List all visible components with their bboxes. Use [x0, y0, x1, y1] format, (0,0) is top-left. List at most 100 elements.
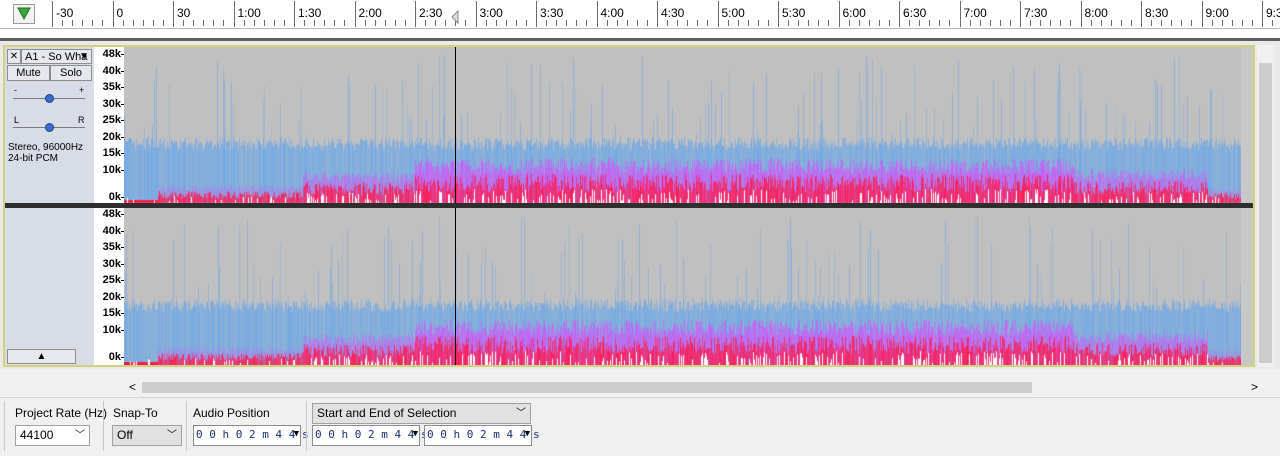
- close-icon: ✕: [9, 51, 19, 62]
- ruler-minor-tick: [425, 20, 427, 26]
- ruler-minor-tick: [1181, 20, 1183, 26]
- audio-position-value: 0 0 h 0 2 m 4 4 s: [196, 428, 309, 441]
- ruler-minor-tick: [1251, 20, 1253, 26]
- track-area: ✕ A1 - So Wha ▼ Mute Solo - + L R Stereo…: [0, 41, 1280, 369]
- ruler-major-tick: [112, 1, 114, 27]
- play-marker-button[interactable]: [13, 4, 35, 24]
- ruler-label: 3:00: [479, 6, 503, 20]
- selection-end-field[interactable]: 0 0 h 0 2 m 4 4 s ▼: [424, 425, 540, 446]
- ruler-label: 6:30: [903, 6, 927, 20]
- ruler-minor-tick: [72, 20, 74, 26]
- chevron-down-icon: ﹀: [75, 430, 85, 441]
- project-rate-select[interactable]: 44100 ﹀: [15, 425, 90, 446]
- frequency-label: 40k: [102, 225, 121, 237]
- pan-slider-thumb[interactable]: [45, 123, 54, 132]
- ruler-major-tick: [52, 1, 53, 27]
- ruler-minor-tick: [203, 20, 205, 26]
- scroll-right-arrow[interactable]: >: [1251, 379, 1258, 396]
- close-track-button[interactable]: ✕: [7, 49, 21, 64]
- ruler-minor-tick: [1060, 20, 1062, 26]
- frequency-label: 25k: [102, 114, 121, 126]
- ruler-minor-tick: [606, 20, 608, 26]
- ruler-minor-tick: [788, 20, 790, 26]
- ruler-minor-tick: [253, 20, 255, 26]
- timeline-ruler[interactable]: -30 0 30 1:00 1:30 2:00 2:30 3:00 3:30 4:00 4:30 5:…: [0, 0, 1280, 29]
- ruler-minor-tick: [929, 20, 931, 26]
- vertical-scrollbar[interactable]: [1257, 45, 1274, 367]
- ruler-minor-tick: [324, 20, 326, 26]
- ruler-minor-tick: [636, 20, 638, 26]
- ruler-minor-tick: [122, 20, 124, 26]
- selection-mode-value: Start and End of Selection: [317, 406, 457, 420]
- horizontal-scroll-thumb[interactable]: [142, 382, 1032, 393]
- ruler-minor-tick: [82, 20, 84, 26]
- ruler-minor-tick: [546, 20, 548, 26]
- ruler-minor-tick: [1211, 20, 1213, 26]
- ruler-minor-tick: [576, 20, 578, 26]
- ruler-minor-tick: [909, 20, 911, 26]
- ruler-label: 6:00: [842, 6, 866, 20]
- ruler-major-tick: [959, 1, 961, 27]
- ruler-minor-tick: [848, 20, 850, 26]
- audio-track[interactable]: ✕ A1 - So Wha ▼ Mute Solo - + L R Stereo…: [3, 45, 1255, 367]
- ruler-label: 0: [116, 6, 124, 20]
- ruler-minor-tick: [737, 20, 739, 26]
- play-triangle-icon: [17, 7, 31, 21]
- audio-position-field[interactable]: 0 0 h 0 2 m 4 4 s ▼: [193, 425, 309, 446]
- ruler-minor-tick: [132, 20, 134, 26]
- ruler-label: 4:00: [600, 6, 624, 20]
- ruler-minor-tick: [344, 20, 346, 26]
- ruler-minor-tick: [1221, 20, 1223, 26]
- ruler-minor-tick: [818, 20, 820, 26]
- gain-minus-label: -: [14, 85, 17, 95]
- ruler-minor-tick: [525, 20, 527, 26]
- frequency-label: 40k: [102, 65, 121, 77]
- scroll-left-arrow[interactable]: <: [129, 379, 136, 396]
- ruler-minor-tick: [1090, 20, 1092, 26]
- ruler-minor-tick: [1231, 20, 1233, 26]
- frequency-label: 15k: [102, 147, 121, 159]
- frequency-label: 10k: [102, 324, 121, 336]
- track-name-menu[interactable]: A1 - So Wha ▼: [21, 49, 92, 64]
- toolbar-grip[interactable]: [4, 401, 8, 451]
- horizontal-scrollbar[interactable]: < >: [124, 379, 1260, 396]
- ruler-minor-tick: [808, 20, 810, 26]
- vertical-scroll-thumb[interactable]: [1259, 63, 1272, 363]
- frequency-label: 35k: [102, 81, 121, 93]
- gain-slider-thumb[interactable]: [45, 94, 54, 103]
- ruler-minor-tick: [495, 20, 497, 26]
- mute-button[interactable]: Mute: [7, 65, 50, 81]
- selection-mode-select[interactable]: Start and End of Selection ﹀: [312, 403, 531, 424]
- ruler-major-tick: [596, 1, 598, 27]
- ruler-minor-tick: [263, 20, 265, 26]
- selection-start-value: 0 0 h 0 2 m 4 4 s: [315, 428, 428, 441]
- solo-button[interactable]: Solo: [50, 65, 92, 81]
- ruler-minor-tick: [969, 20, 971, 26]
- ruler-minor-tick: [183, 20, 185, 26]
- ruler-minor-tick: [888, 20, 890, 26]
- snap-to-label: Snap-To: [113, 406, 158, 420]
- ruler-minor-tick: [1171, 20, 1173, 26]
- ruler-label: 1:30: [298, 6, 322, 20]
- chevron-down-icon: ﹀: [516, 408, 526, 419]
- ruler-minor-tick: [727, 20, 729, 26]
- ruler-minor-tick: [586, 20, 588, 26]
- ruler-minor-tick: [374, 20, 376, 26]
- ruler-label: 9:00: [1205, 6, 1229, 20]
- ruler-major-tick: [536, 1, 537, 27]
- ruler-label: 5:00: [721, 6, 745, 20]
- ruler-minor-tick: [404, 20, 406, 26]
- ruler-minor-tick: [1009, 20, 1011, 26]
- ruler-major-tick: [778, 1, 779, 27]
- ruler-minor-tick: [364, 20, 366, 26]
- ruler-minor-tick: [1161, 20, 1163, 26]
- ruler-minor-tick: [62, 20, 64, 26]
- ruler-major-tick: [717, 1, 719, 27]
- ruler-minor-tick: [283, 20, 285, 26]
- ruler-minor-tick: [223, 20, 225, 26]
- audio-position-label: Audio Position: [193, 406, 270, 420]
- collapse-track-button[interactable]: ▲: [7, 349, 76, 364]
- ruler-minor-tick: [919, 20, 921, 26]
- snap-to-select[interactable]: Off ﹀: [112, 425, 182, 446]
- selection-start-field[interactable]: 0 0 h 0 2 m 4 4 s ▼: [312, 425, 428, 446]
